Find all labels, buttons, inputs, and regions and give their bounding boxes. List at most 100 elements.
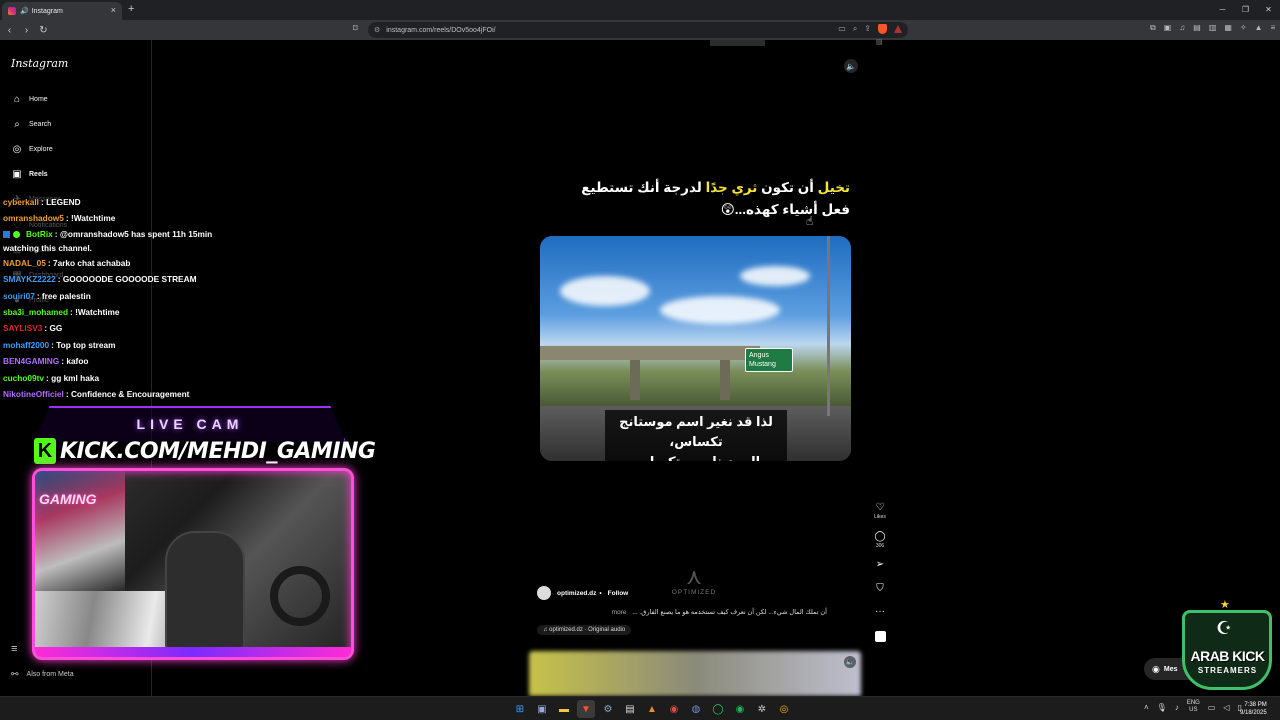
audio-link[interactable]: ♫ optimized.dz · Original audio: [537, 625, 632, 635]
avatar[interactable]: [537, 586, 551, 600]
sidebar-icon[interactable]: ▤: [1193, 23, 1201, 33]
chat-text: LEGEND: [46, 197, 81, 207]
leo-icon[interactable]: ✧: [1240, 23, 1247, 33]
chat-username: sba3i_mohamed: [3, 307, 69, 318]
kick-channel-banner: K KICK.COM/MEHDI_GAMING: [34, 436, 376, 466]
speaker-icon[interactable]: 🔊: [20, 7, 29, 15]
chat-username: cucho09tv: [3, 372, 45, 383]
back-icon[interactable]: ‹: [2, 25, 17, 36]
brave-browser-icon[interactable]: ▼: [577, 700, 595, 718]
account-name[interactable]: optimized.dz: [557, 590, 596, 597]
reader-icon[interactable]: ▥: [1209, 23, 1217, 33]
next-reel-mute-icon[interactable]: 🔈: [844, 656, 856, 668]
video-cloud: [740, 266, 810, 286]
share-button[interactable]: ➢: [872, 559, 888, 570]
sidebar-item-search[interactable]: ⌕ Search: [11, 118, 51, 130]
address-bar[interactable]: ⚙ instagram.com/reels/DOv5oo4jFOi/ ▭ ⌕ ⇪: [368, 22, 908, 38]
obs-icon[interactable]: ◉: [665, 700, 683, 718]
chrome-icon[interactable]: ◎: [775, 700, 793, 718]
cast-icon[interactable]: ▭: [838, 24, 846, 34]
chat-text: GG: [49, 323, 63, 334]
windows-start-icon[interactable]: ⊞: [511, 700, 529, 718]
instagram-favicon-icon: [8, 7, 16, 15]
next-reel-preview[interactable]: [529, 651, 861, 696]
chat-text: !Watchtime: [70, 213, 116, 224]
verified-badge-icon: [13, 231, 20, 239]
bookmark-icon[interactable]: ⌑: [353, 23, 358, 34]
notes-icon[interactable]: ▤: [621, 700, 639, 718]
chat-username: SAYLISV3: [3, 323, 43, 334]
vpn-icon[interactable]: ▦: [1224, 23, 1232, 33]
reel-video[interactable]: Angus Mustang لذا قد نغير اسم موستانج تك…: [540, 236, 851, 461]
webcam-graffiti-wall: [35, 471, 125, 591]
more-menu-button[interactable]: ≡: [11, 643, 17, 655]
minimize-icon[interactable]: ─: [1211, 0, 1234, 20]
window-controls: ─ ❐ ✕: [1211, 0, 1280, 20]
media-icon[interactable]: ♫: [1179, 23, 1185, 33]
more-link[interactable]: more: [612, 609, 627, 616]
live-cam-title: LIVE CAM: [136, 416, 244, 432]
sidebar-item-reels[interactable]: ▣ Reels: [11, 168, 47, 180]
wallet-icon[interactable]: ▣: [1164, 23, 1172, 33]
follow-button[interactable]: Follow: [608, 590, 629, 597]
bookmark-icon: ⛉: [876, 583, 884, 594]
save-button[interactable]: ⛉: [872, 583, 888, 594]
like-button[interactable]: ♡ Likes: [872, 502, 888, 520]
browser-tab-instagram[interactable]: 🔊 Instagram ×: [2, 2, 122, 20]
network-icon[interactable]: ▭: [1208, 703, 1216, 712]
share-icon[interactable]: ⇪: [864, 24, 871, 34]
site-info-icon[interactable]: ⚙: [374, 26, 380, 34]
video-bridge-pillar: [630, 360, 640, 400]
sidebar-item-explore[interactable]: ◎ Explore: [11, 143, 53, 155]
chat-text: !Watchtime: [75, 307, 120, 318]
chat-message: BEN4GAMING: kafoo: [3, 356, 89, 367]
close-tab-icon[interactable]: ×: [111, 5, 116, 15]
brave-shields-icon[interactable]: [878, 24, 887, 34]
spotify-icon[interactable]: ◉: [731, 700, 749, 718]
close-window-icon[interactable]: ✕: [1257, 0, 1280, 20]
whatsapp-icon[interactable]: ◯: [709, 700, 727, 718]
brave-rewards-icon[interactable]: [894, 25, 902, 33]
arab-kick-streamers-badge: ★ ☪ ARAB KICK STREAMERS: [1180, 599, 1275, 692]
chat-message: cucho09tv: gg kml haka: [3, 372, 100, 383]
mute-button[interactable]: 🔈: [844, 59, 858, 73]
also-from-meta-button[interactable]: ⚯ Also from Meta: [11, 669, 74, 680]
chat-text: kafoo: [66, 356, 89, 367]
taskbar-clock[interactable]: 7:38 PM 9/18/2025: [1240, 701, 1267, 717]
original-audio-thumbnail[interactable]: [875, 631, 886, 642]
live-cam-overlay: LIVE CAM K KICK.COM/MEHDI_GAMING GAMING: [30, 398, 376, 666]
speaker-icon[interactable]: ◁: [1223, 703, 1229, 712]
chevron-up-icon[interactable]: ˄: [1144, 703, 1149, 712]
reload-icon[interactable]: ↻: [36, 25, 51, 36]
new-tab-button[interactable]: +: [128, 3, 134, 15]
steam-icon[interactable]: ⚙: [599, 700, 617, 718]
chat-message: sba3i_mohamed: !Watchtime: [3, 307, 120, 318]
messages-icon: ◉: [1152, 663, 1160, 674]
comment-button[interactable]: ◯ 306: [872, 531, 888, 549]
volume-icon[interactable]: ♪: [1175, 703, 1179, 712]
file-explorer-icon[interactable]: ▬: [555, 700, 573, 718]
menu-icon[interactable]: ≡: [1271, 23, 1276, 33]
restore-icon[interactable]: ❐: [1234, 0, 1257, 20]
sidebar-item-home[interactable]: ⌂ Home: [11, 93, 48, 105]
vlc-icon[interactable]: ▲: [643, 700, 661, 718]
webcam-wall-text: GAMING: [39, 491, 97, 507]
microphone-icon[interactable]: 🎙: [1157, 703, 1167, 712]
chat-message: SMAYKZ2222: GOOOOODE GOOOODE STREAM: [3, 274, 197, 285]
heart-icon: ♡: [875, 502, 885, 513]
widgets-icon[interactable]: ▣: [533, 700, 551, 718]
rewards-icon[interactable]: ▲: [1255, 23, 1263, 33]
language-indicator[interactable]: ENG US: [1187, 700, 1200, 714]
zoom-icon[interactable]: ⌕: [853, 24, 857, 34]
video-light-pole: [827, 236, 830, 416]
browser-toolbar: ‹ › ↻ ⌑ ⚙ instagram.com/reels/DOv5oo4jFO…: [0, 20, 1280, 40]
reel-options-icon[interactable]: ▤: [876, 38, 883, 46]
instagram-logo[interactable]: Instagram: [11, 57, 68, 70]
forward-icon[interactable]: ›: [19, 25, 34, 36]
settings-icon[interactable]: ✲: [753, 700, 771, 718]
chat-username: SMAYKZ2222: [3, 274, 56, 285]
more-options-button[interactable]: ···: [872, 606, 888, 617]
discord-icon[interactable]: ◍: [687, 700, 705, 718]
caption-line-1: تخيل أن تكون ثري جدًا لدرجة أنك تستطيع: [581, 180, 850, 195]
extension-icon[interactable]: ⧉: [1150, 23, 1156, 33]
